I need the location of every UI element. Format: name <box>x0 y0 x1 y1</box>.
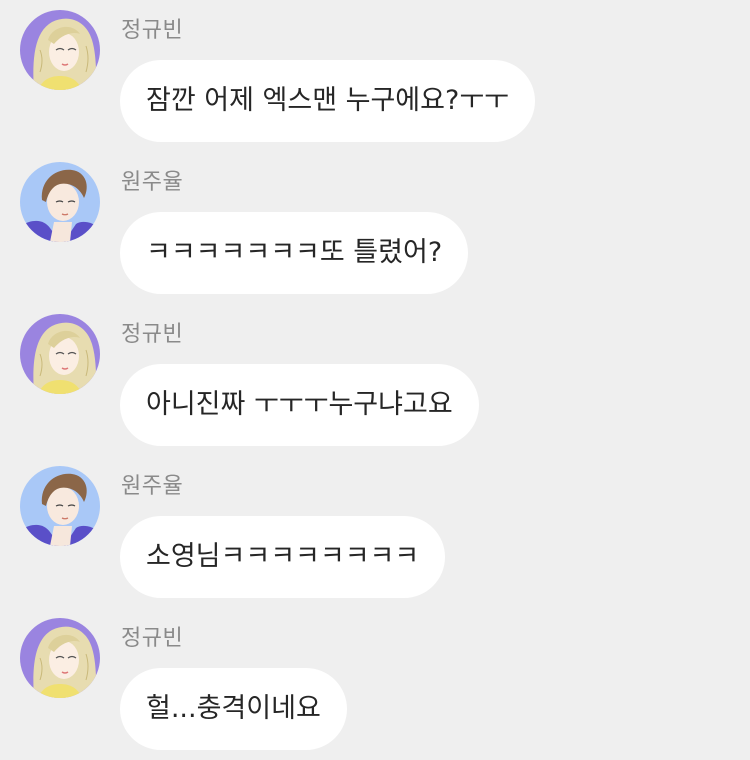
boy-avatar[interactable] <box>20 466 100 546</box>
sender-name: 원주율 <box>121 170 184 195</box>
chat-message: 원주율 ㅋㅋㅋㅋㅋㅋㅋ또 틀렸어? <box>0 152 750 304</box>
boy-avatar[interactable] <box>20 162 100 242</box>
chat-message: 원주율 소영님ㅋㅋㅋㅋㅋㅋㅋㅋ <box>0 456 750 608</box>
chat-message: 정규빈 잠깐 어제 엑스맨 누구에요?ㅜㅜ <box>0 0 750 152</box>
message-bubble[interactable]: 소영님ㅋㅋㅋㅋㅋㅋㅋㅋ <box>120 516 446 598</box>
sender-name: 원주율 <box>121 474 184 499</box>
chat-message: 정규빈 헐...충격이네요 <box>0 608 750 760</box>
sender-name: 정규빈 <box>121 18 184 43</box>
message-bubble[interactable]: 헐...충격이네요 <box>120 668 347 750</box>
message-bubble[interactable]: ㅋㅋㅋㅋㅋㅋㅋ또 틀렸어? <box>120 212 469 294</box>
girl-avatar[interactable] <box>20 618 100 698</box>
sender-name: 정규빈 <box>121 322 184 347</box>
message-bubble[interactable]: 아니진짜 ㅜㅜㅜ누구냐고요 <box>120 364 479 446</box>
message-bubble[interactable]: 잠깐 어제 엑스맨 누구에요?ㅜㅜ <box>120 60 535 142</box>
sender-name: 정규빈 <box>121 626 184 651</box>
girl-avatar[interactable] <box>20 314 100 394</box>
chat-message: 정규빈 아니진짜 ㅜㅜㅜ누구냐고요 <box>0 304 750 456</box>
girl-avatar[interactable] <box>20 10 100 90</box>
